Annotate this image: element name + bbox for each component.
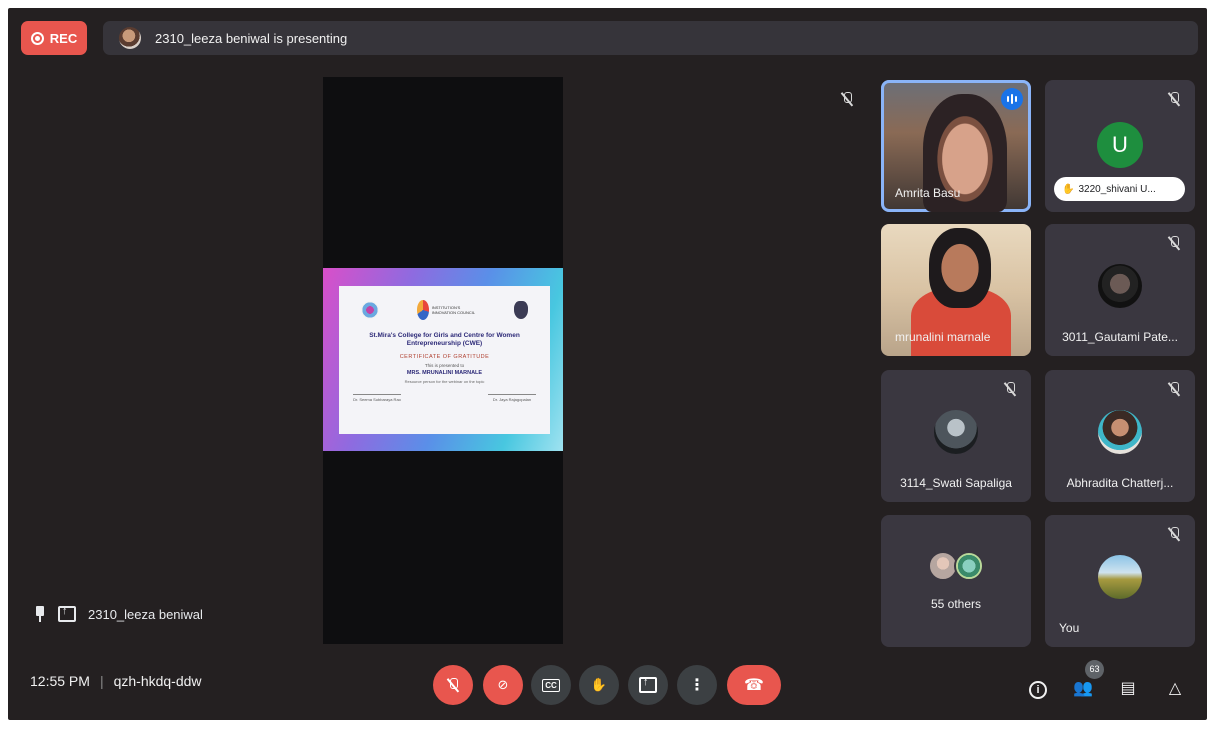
participant-video [929,228,991,308]
mic-off-icon [1167,527,1181,546]
record-icon [30,31,44,45]
participant-tile-you[interactable]: You [1045,515,1195,647]
participant-name: 55 others [930,597,982,611]
participant-name: 3220_shivani U... [1078,183,1156,195]
activities-icon: △ [1168,680,1182,697]
camera-off-icon: ⊘ [497,677,509,692]
participant-name: You [1059,621,1080,635]
info-icon: i [1029,681,1047,699]
certificate-recipient: MRS. MRUNALINI MARNALE [406,370,483,376]
participant-tile-abhradita[interactable]: Abhradita Chatterj... [1045,370,1195,502]
chat-button[interactable]: ▤ [1118,679,1138,699]
present-screen-icon [58,605,76,622]
mic-toggle-button[interactable] [433,665,473,705]
certificate-slide: INSTITUTION'S INNOVATION COUNCIL St.Mira… [323,268,563,451]
presenter-label: 2310_leeza beniwal [34,605,203,622]
avatar [1098,410,1142,454]
participant-name: 3011_Gautami Pate... [1062,330,1178,344]
recording-indicator[interactable]: REC [21,21,87,55]
chat-icon: ▤ [1120,680,1136,697]
participant-tile-mrunalini[interactable]: mrunalini marnale [881,224,1031,356]
participant-tile-amrita[interactable]: Amrita Basu [881,80,1031,212]
avatar [934,410,978,454]
certificate-title: St.Mira's College for Girls and Centre f… [369,332,520,347]
clock-time: 12:55 PM [30,673,90,689]
raise-hand-button[interactable]: ✋ [579,665,619,705]
mic-off-icon [1167,236,1181,255]
emblem-icon [514,301,528,319]
participant-tile-gautami[interactable]: 3011_Gautami Pate... [1045,224,1195,356]
meeting-info: 12:55 PM | qzh-hkdq-ddw [30,673,202,689]
meeting-details-button[interactable]: i [1028,679,1048,699]
certificate-body: Resource person for the webinar on the t… [404,379,485,384]
presenter-name: 2310_leeza beniwal [88,606,203,622]
people-count-badge: 63 [1085,660,1104,679]
leave-call-button[interactable]: ☎ [727,665,781,705]
present-now-button[interactable] [628,665,668,705]
pin-icon[interactable] [34,606,46,622]
participant-tile-swati[interactable]: 3114_Swati Sapaliga [881,370,1031,502]
phone-hangup-icon: ☎ [744,677,764,694]
mic-off-icon [1003,382,1017,401]
others-avatars [928,551,984,581]
speaking-indicator-icon [1001,88,1023,110]
mic-off-icon [446,678,460,692]
certificate-paper: INSTITUTION'S INNOVATION COUNCIL St.Mira… [339,286,550,434]
separator: | [99,673,104,689]
participant-name: mrunalini marnale [895,330,991,344]
camera-toggle-button[interactable]: ⊘ [483,665,523,705]
participant-tile-shivani[interactable]: U ✋ 3220_shivani U... [1045,80,1195,212]
presenter-mic-off-icon [840,92,854,111]
raised-hand-chip: ✋ 3220_shivani U... [1054,177,1185,201]
avatar [1098,264,1142,308]
presenter-avatar [119,27,141,49]
captions-button[interactable]: CC [531,665,571,705]
certificate-signatures: Dr. Seema Subbaraya Rao Dr. Jaya Rajagop… [347,394,542,402]
certificate-presented-to: This is presented to [424,363,465,368]
mic-off-icon [1167,92,1181,111]
signer-right: Dr. Jaya Rajagopalan [488,394,536,402]
presenting-banner: 2310_leeza beniwal is presenting [103,21,1198,55]
shared-screen: INSTITUTION'S INNOVATION COUNCIL St.Mira… [323,77,563,644]
people-button[interactable]: 👥 [1073,679,1093,699]
participant-name: 3114_Swati Sapaliga [900,476,1012,490]
certificate-subtitle: CERTIFICATE OF GRATITUDE [399,354,490,360]
people-icon: 👥 [1073,680,1093,697]
participant-name: Abhradita Chatterj... [1066,476,1174,490]
avatar [1098,555,1142,599]
participant-tile-others[interactable]: 55 others [881,515,1031,647]
signer-left: Dr. Seema Subbaraya Rao [353,394,401,402]
meeting-screen: REC 2310_leeza beniwal is presenting INS… [8,8,1207,720]
raised-hand-icon: ✋ [1062,183,1075,195]
hand-icon: ✋ [590,677,608,692]
more-vert-icon: ⋮ [689,677,705,694]
presenting-text: 2310_leeza beniwal is presenting [155,30,348,46]
college-logo-icon [361,301,379,319]
participant-name: Amrita Basu [895,186,961,200]
iic-logo-icon [416,300,429,320]
certificate-logos: INSTITUTION'S INNOVATION COUNCIL [347,294,542,326]
rec-label: REC [49,30,78,46]
meeting-code: qzh-hkdq-ddw [113,673,202,689]
captions-icon: CC [542,678,560,692]
mic-off-icon [1167,382,1181,401]
avatar: U [1097,122,1143,168]
avatar [954,551,984,581]
activities-button[interactable]: △ [1165,679,1185,699]
present-icon [639,676,657,693]
more-options-button[interactable]: ⋮ [677,665,717,705]
iic-logo: INSTITUTION'S INNOVATION COUNCIL [416,298,477,322]
